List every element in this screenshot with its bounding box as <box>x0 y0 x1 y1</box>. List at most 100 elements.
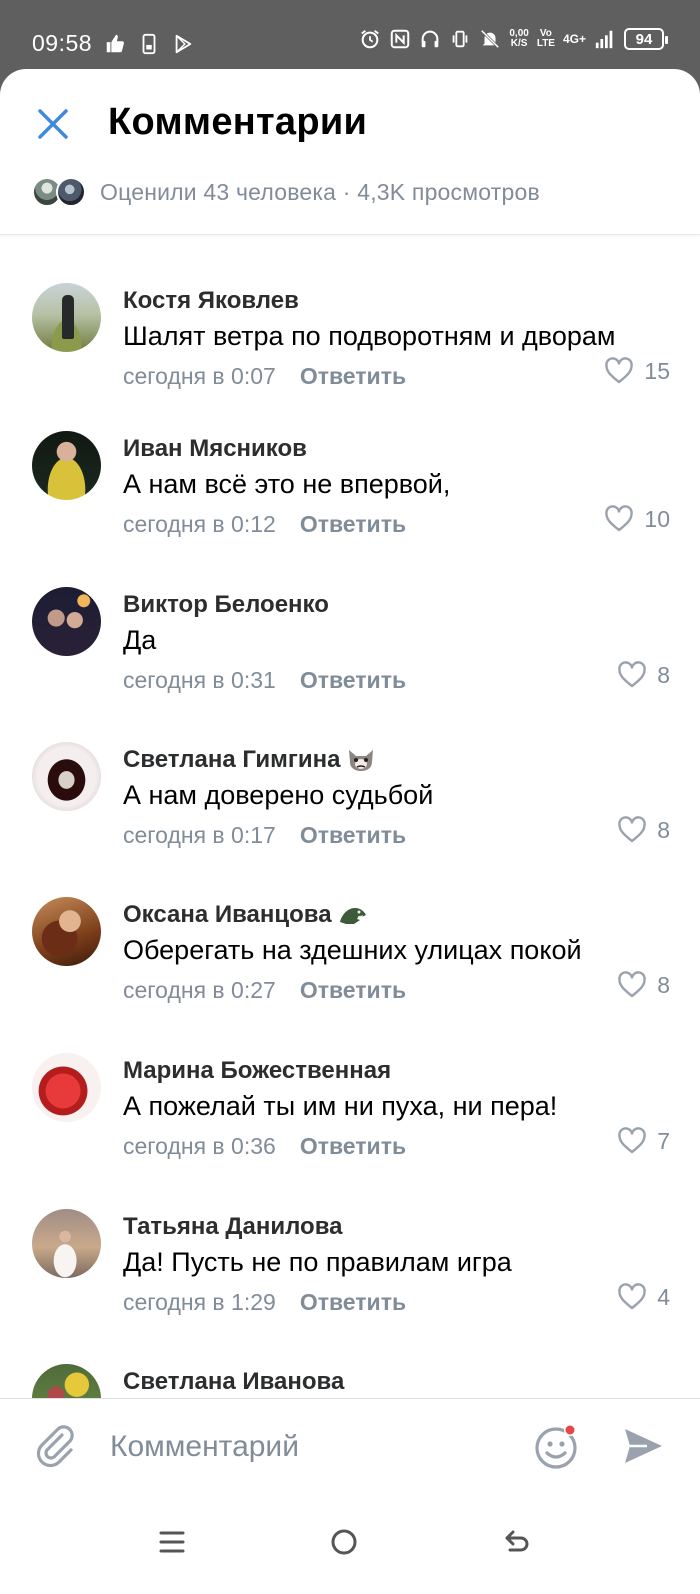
nav-menu-button[interactable] <box>152 1522 192 1562</box>
comment-time: сегодня в 0:31 <box>123 667 276 693</box>
signal-icon <box>595 30 613 49</box>
like-count: 7 <box>657 1127 670 1154</box>
system-navigation-bar <box>0 1494 700 1594</box>
comment-author[interactable]: Марина Божественная <box>123 1057 391 1085</box>
status-time: 09:58 <box>32 30 93 56</box>
like-count: 15 <box>644 357 670 384</box>
comment-item: Татьяна Данилова Да! Пусть не по правила… <box>0 1209 700 1349</box>
comment-meta: сегодня в 0:12 Ответить <box>123 511 406 538</box>
send-button[interactable] <box>620 1423 666 1469</box>
avatar[interactable] <box>32 587 101 656</box>
menu-icon <box>159 1531 185 1553</box>
heart-icon <box>618 816 646 843</box>
comment-item: Оксана Иванцова Оберегать на здешних ули… <box>0 897 700 1037</box>
liker-avatar <box>56 177 86 207</box>
reply-button[interactable]: Ответить <box>300 511 406 538</box>
avatar[interactable] <box>32 431 101 500</box>
comment-author[interactable]: Татьяна Данилова <box>123 1213 343 1241</box>
comment-author[interactable]: Иван Мясников <box>123 435 307 463</box>
like-count: 8 <box>657 661 670 688</box>
back-icon <box>505 1530 529 1552</box>
likers-summary[interactable]: Оценили 43 человека · 4,3K просмотров <box>32 177 540 207</box>
comment-author[interactable]: Оксана Иванцова <box>123 901 368 929</box>
vibrate-icon <box>453 30 468 48</box>
comments-list: Костя Яковлев Шалят ветра по подворотням… <box>0 235 700 1399</box>
heart-icon <box>605 505 634 532</box>
avatar[interactable] <box>32 283 101 352</box>
like-button[interactable]: 10 <box>604 505 670 533</box>
nav-home-button[interactable] <box>324 1522 364 1562</box>
comment-author[interactable]: Светлана Гимгина <box>123 746 376 774</box>
smile-icon <box>535 1424 577 1469</box>
comment-text: Оберегать на здешних улицах покой <box>123 935 582 965</box>
comment-text: А пожелай ты им ни пуха, ни пера! <box>123 1091 558 1121</box>
avatar[interactable] <box>32 742 101 811</box>
emoji-button[interactable] <box>533 1421 583 1471</box>
comment-author[interactable]: Светлана Иванова <box>123 1368 344 1396</box>
reply-button[interactable]: Ответить <box>300 667 406 694</box>
heart-icon <box>618 661 646 688</box>
alarm-icon <box>361 30 380 49</box>
grumpy-cat-emoji <box>349 750 374 771</box>
comment-input[interactable] <box>110 1425 510 1469</box>
comment-item: Костя Яковлев Шалят ветра по подворотням… <box>0 283 700 423</box>
like-button[interactable]: 8 <box>617 661 670 689</box>
avatar[interactable] <box>32 1364 101 1399</box>
paperclip-icon <box>36 1425 74 1468</box>
comment-item: Виктор Белоенко Да сегодня в 0:31 Ответи… <box>0 587 700 727</box>
comment-meta: сегодня в 0:31 Ответить <box>123 667 406 694</box>
dinosaur-emoji <box>339 908 366 924</box>
comment-item: Светлана Иванова <box>0 1364 700 1399</box>
like-count: 8 <box>657 816 670 843</box>
like-count: 10 <box>644 505 670 532</box>
comments-header: Комментарии Оценили 43 человека · 4,3K п… <box>0 69 700 235</box>
reply-button[interactable]: Ответить <box>300 1133 406 1160</box>
avatar[interactable] <box>32 1209 101 1278</box>
comment-text: Да! Пусть не по правилам игра <box>123 1247 512 1277</box>
comment-composer <box>0 1398 700 1494</box>
comment-text: А нам всё это не впервой, <box>123 469 451 499</box>
likers-text: Оценили 43 человека · 4,3K просмотров <box>100 178 540 205</box>
attach-button[interactable] <box>32 1423 78 1469</box>
comment-item: Светлана Гимгина А нам доверено судьбой … <box>0 742 700 882</box>
close-icon <box>38 109 68 139</box>
close-button[interactable] <box>32 103 74 145</box>
mute-bell-icon <box>481 29 500 49</box>
comment-meta: сегодня в 0:17 Ответить <box>123 822 406 849</box>
nav-back-button[interactable] <box>497 1522 537 1562</box>
like-button[interactable]: 8 <box>617 816 670 844</box>
reply-button[interactable]: Ответить <box>300 1289 406 1316</box>
like-button[interactable]: 8 <box>617 971 670 999</box>
like-button[interactable]: 7 <box>617 1127 670 1155</box>
like-button[interactable]: 4 <box>617 1283 670 1311</box>
comment-time: сегодня в 0:12 <box>123 511 276 537</box>
battery-indicator: 94 <box>624 28 668 50</box>
avatar[interactable] <box>32 897 101 966</box>
comment-author[interactable]: Виктор Белоенко <box>123 591 329 619</box>
heart-icon <box>618 1283 646 1310</box>
reply-button[interactable]: Ответить <box>300 977 406 1004</box>
comment-text: Да <box>123 625 157 655</box>
heart-icon <box>618 1127 646 1154</box>
thumbs-up-icon <box>106 34 125 52</box>
status-bar-left: 09:58 <box>32 30 194 57</box>
comment-time: сегодня в 0:36 <box>123 1133 276 1159</box>
like-button[interactable]: 15 <box>604 357 670 385</box>
comment-time: сегодня в 0:07 <box>123 363 276 389</box>
comment-meta: сегодня в 0:36 Ответить <box>123 1133 406 1160</box>
comment-meta: сегодня в 0:07 Ответить <box>123 363 406 390</box>
comment-author[interactable]: Костя Яковлев <box>123 287 299 315</box>
heart-icon <box>605 357 634 384</box>
comment-time: сегодня в 0:27 <box>123 977 276 1003</box>
reply-button[interactable]: Ответить <box>300 363 406 390</box>
comment-text: Шалят ветра по подворотням и дворам <box>123 321 616 351</box>
comment-time: сегодня в 0:17 <box>123 822 276 848</box>
home-circle-icon <box>331 1529 357 1555</box>
comment-text: А нам доверено судьбой <box>123 780 434 810</box>
comment-meta: сегодня в 1:29 Ответить <box>123 1289 406 1316</box>
avatar[interactable] <box>32 1053 101 1122</box>
comment-meta: сегодня в 0:27 Ответить <box>123 977 406 1004</box>
reply-button[interactable]: Ответить <box>300 822 406 849</box>
heart-icon <box>618 971 646 998</box>
net-speed: 0,00 K/S <box>509 28 529 49</box>
